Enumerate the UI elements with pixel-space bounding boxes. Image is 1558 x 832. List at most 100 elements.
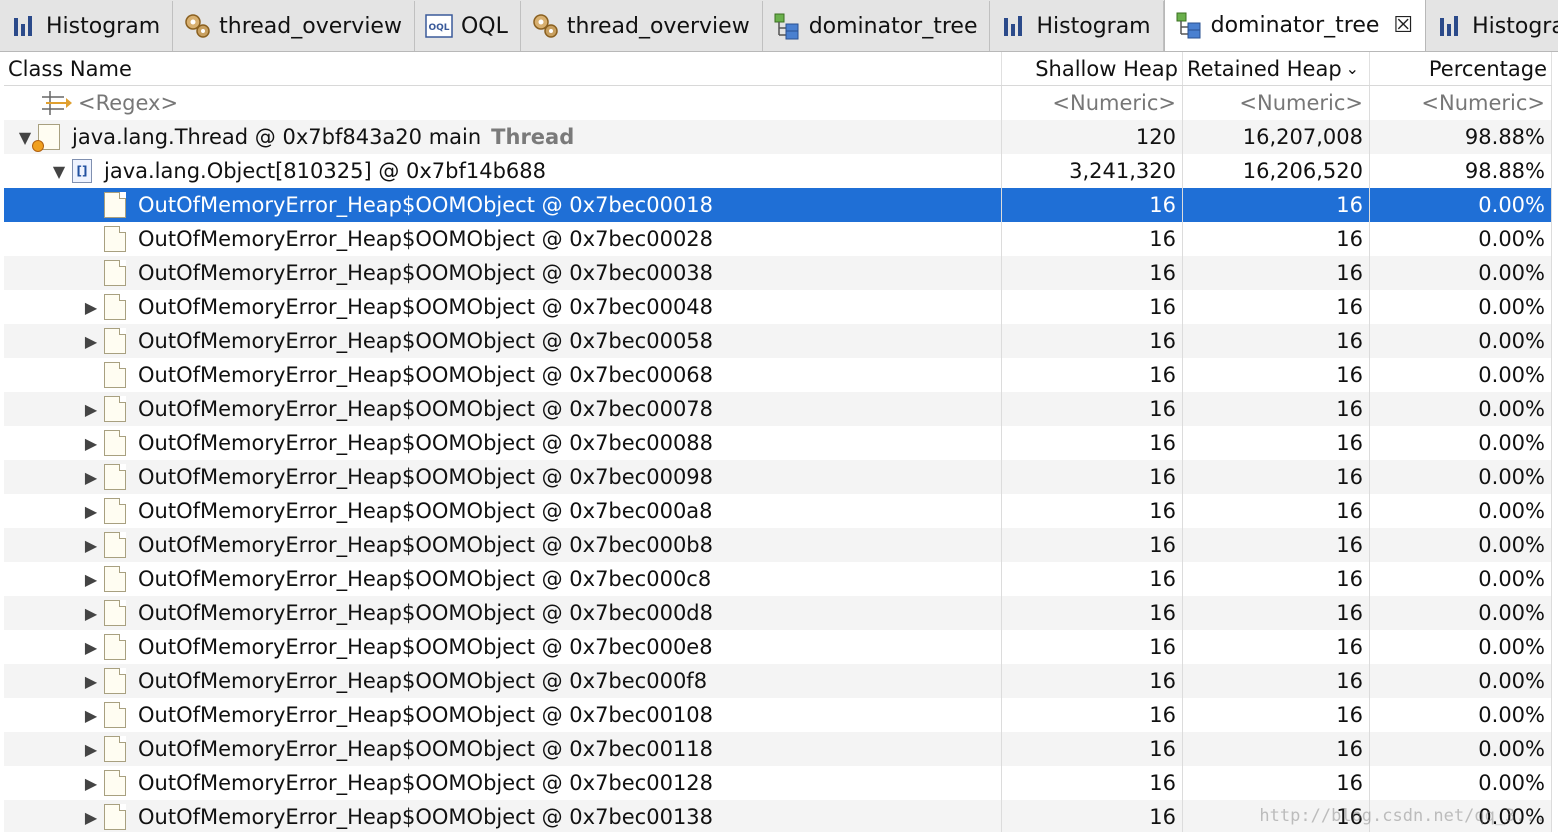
- percentage-cell: 0.00%: [1370, 494, 1552, 528]
- table-row[interactable]: ▶ OutOfMemoryError_Heap$OOMObject @ 0x7be…: [4, 698, 1552, 732]
- expand-toggle-icon[interactable]: ▶: [82, 808, 100, 827]
- table-row[interactable]: ▶ OutOfMemoryError_Heap$OOMObject @ 0x7be…: [4, 766, 1552, 800]
- table-row[interactable]: ▶ OutOfMemoryError_Heap$OOMObject @ 0x7be…: [4, 800, 1552, 832]
- expand-toggle-icon[interactable]: ▶: [82, 536, 100, 555]
- tab-histogram[interactable]: Histogram: [990, 1, 1164, 51]
- tab-label: dominator_tree: [1210, 12, 1380, 38]
- column-header-shallow-heap[interactable]: Shallow Heap: [1002, 52, 1183, 85]
- shallow-heap-cell: 16: [1002, 698, 1183, 732]
- shallow-heap-cell: 16: [1002, 290, 1183, 324]
- percentage-value: 98.88%: [1464, 159, 1545, 183]
- object-name-text: OutOfMemoryError_Heap$OOMObject @ 0x7bec…: [138, 635, 713, 659]
- table-row[interactable]: ▶ OutOfMemoryError_Heap$OOMObject @ 0x7be…: [4, 426, 1552, 460]
- tab-histogram[interactable]: Histogram: [0, 1, 174, 51]
- percentage-cell: 0.00%: [1370, 290, 1552, 324]
- retained-heap-cell: 16: [1183, 188, 1370, 222]
- expand-toggle-icon[interactable]: ▶: [82, 468, 100, 487]
- retained-heap-filter-cell[interactable]: <Numeric>: [1183, 86, 1370, 120]
- tab-oql[interactable]: OQL OQL: [414, 1, 521, 51]
- expand-toggle-icon[interactable]: ▶: [82, 298, 100, 317]
- shallow-heap-cell: 16: [1002, 460, 1183, 494]
- percentage-value: 0.00%: [1478, 805, 1545, 829]
- expand-toggle-icon[interactable]: ▶: [82, 706, 100, 725]
- object-name-cell: ▶ OutOfMemoryError_Heap$OOMObject @ 0x7be…: [4, 528, 1002, 562]
- retained-heap-cell: 16: [1183, 630, 1370, 664]
- table-row-thread[interactable]: ▼ java.lang.Thread @ 0x7bf843a20 main Th…: [4, 120, 1552, 154]
- editor-tab-bar: Histogram thread_overview OQL OQL thread_ove…: [0, 0, 1558, 52]
- object-name-text: OutOfMemoryError_Heap$OOMObject @ 0x7bec…: [138, 329, 714, 353]
- retained-heap-cell: 16: [1183, 664, 1370, 698]
- percentage-cell: 0.00%: [1370, 222, 1552, 256]
- object-instance-icon: [104, 566, 126, 592]
- retained-heap-cell: 16: [1183, 800, 1370, 832]
- retained-heap-cell: 16: [1183, 460, 1370, 494]
- retained-heap-cell: 16: [1183, 426, 1370, 460]
- expand-toggle-icon[interactable]: ▶: [82, 604, 100, 623]
- percentage-cell: 0.00%: [1370, 528, 1552, 562]
- table-row[interactable]: OutOfMemoryError_Heap$OOMObject @ 0x7bec…: [4, 358, 1552, 392]
- table-row[interactable]: ▶ OutOfMemoryError_Heap$OOMObject @ 0x7be…: [4, 392, 1552, 426]
- expand-toggle-icon[interactable]: ▶: [82, 400, 100, 419]
- table-row[interactable]: OutOfMemoryError_Heap$OOMObject @ 0x7bec…: [4, 256, 1552, 290]
- shallow-heap-cell: 16: [1002, 494, 1183, 528]
- tab-histogram[interactable]: Histogram: [1426, 1, 1558, 51]
- object-name-text: OutOfMemoryError_Heap$OOMObject @ 0x7bec…: [138, 227, 714, 251]
- table-row[interactable]: ▶ OutOfMemoryError_Heap$OOMObject @ 0x7be…: [4, 630, 1552, 664]
- table-row[interactable]: OutOfMemoryError_Heap$OOMObject @ 0x7bec…: [4, 188, 1552, 222]
- table-row[interactable]: ▶ OutOfMemoryError_Heap$OOMObject @ 0x7be…: [4, 562, 1552, 596]
- expand-toggle-icon[interactable]: ▶: [82, 434, 100, 453]
- collapse-toggle-icon[interactable]: ▼: [50, 162, 68, 181]
- column-header-class-name[interactable]: Class Name: [4, 52, 1002, 85]
- thread-name-text: java.lang.Thread @ 0x7bf843a20 main: [72, 125, 482, 149]
- object-name-cell: ▶ OutOfMemoryError_Heap$OOMObject @ 0x7be…: [4, 630, 1002, 664]
- shallow-heap-cell: 16: [1002, 392, 1183, 426]
- shallow-heap-value: 16: [1149, 567, 1176, 591]
- expand-toggle-icon[interactable]: ▶: [82, 502, 100, 521]
- table-row[interactable]: OutOfMemoryError_Heap$OOMObject @ 0x7bec…: [4, 222, 1552, 256]
- retained-heap-value: 16,207,008: [1242, 125, 1363, 149]
- object-instance-icon: [104, 668, 126, 694]
- tab-dominator-tree[interactable]: dominator_tree ☒: [1163, 0, 1427, 51]
- object-name-cell: ▶ OutOfMemoryError_Heap$OOMObject @ 0x7be…: [4, 664, 1002, 698]
- object-instance-icon: [104, 328, 126, 354]
- shallow-heap-filter-cell[interactable]: <Numeric>: [1002, 86, 1183, 120]
- regex-filter-cell[interactable]: <Regex>: [4, 86, 1002, 120]
- retained-heap-cell: 16: [1183, 698, 1370, 732]
- tab-label: Histogram: [46, 13, 161, 39]
- retained-heap-cell: 16: [1183, 494, 1370, 528]
- expand-toggle-icon[interactable]: ▶: [82, 740, 100, 759]
- table-row[interactable]: ▶ OutOfMemoryError_Heap$OOMObject @ 0x7be…: [4, 596, 1552, 630]
- table-row-array[interactable]: ▼ [] java.lang.Object[810325] @ 0x7bf14b…: [4, 154, 1552, 188]
- percentage-value: 0.00%: [1478, 329, 1545, 353]
- histogram-icon: [1436, 12, 1464, 40]
- object-name-cell: ▶ OutOfMemoryError_Heap$OOMObject @ 0x7be…: [4, 800, 1002, 832]
- tab-thread-overview[interactable]: thread_overview: [173, 1, 415, 51]
- column-header-retained-heap-label: Retained Heap: [1187, 56, 1342, 81]
- column-header-percentage[interactable]: Percentage: [1370, 52, 1552, 85]
- tab-thread-overview[interactable]: thread_overview: [520, 1, 763, 51]
- retained-heap-value: 16: [1336, 329, 1363, 353]
- sort-descending-icon: ⌄: [1345, 59, 1360, 78]
- expand-toggle-icon[interactable]: ▶: [82, 672, 100, 691]
- gears-icon: [531, 12, 559, 40]
- table-row[interactable]: ▶ OutOfMemoryError_Heap$OOMObject @ 0x7be…: [4, 460, 1552, 494]
- retained-heap-cell: 16: [1183, 732, 1370, 766]
- table-row[interactable]: ▶ OutOfMemoryError_Heap$OOMObject @ 0x7be…: [4, 664, 1552, 698]
- table-row[interactable]: ▶ OutOfMemoryError_Heap$OOMObject @ 0x7be…: [4, 732, 1552, 766]
- close-tab-icon[interactable]: ☒: [1393, 13, 1413, 38]
- tab-label: dominator_tree: [808, 13, 978, 39]
- expand-toggle-icon[interactable]: ▶: [82, 638, 100, 657]
- table-row[interactable]: ▶ OutOfMemoryError_Heap$OOMObject @ 0x7be…: [4, 528, 1552, 562]
- tab-dominator-tree[interactable]: dominator_tree: [762, 1, 991, 51]
- shallow-heap-cell: 16: [1002, 358, 1183, 392]
- retained-heap-cell: 16,207,008: [1183, 120, 1370, 154]
- table-row[interactable]: ▶ OutOfMemoryError_Heap$OOMObject @ 0x7be…: [4, 290, 1552, 324]
- expand-toggle-icon[interactable]: ▶: [82, 332, 100, 351]
- expand-toggle-icon[interactable]: ▶: [82, 570, 100, 589]
- retained-heap-cell: 16: [1183, 290, 1370, 324]
- table-row[interactable]: ▶ OutOfMemoryError_Heap$OOMObject @ 0x7be…: [4, 324, 1552, 358]
- table-row[interactable]: ▶ OutOfMemoryError_Heap$OOMObject @ 0x7be…: [4, 494, 1552, 528]
- percentage-filter-cell[interactable]: <Numeric>: [1370, 86, 1552, 120]
- expand-toggle-icon[interactable]: ▶: [82, 774, 100, 793]
- column-header-retained-heap[interactable]: Retained Heap ⌄: [1183, 52, 1370, 85]
